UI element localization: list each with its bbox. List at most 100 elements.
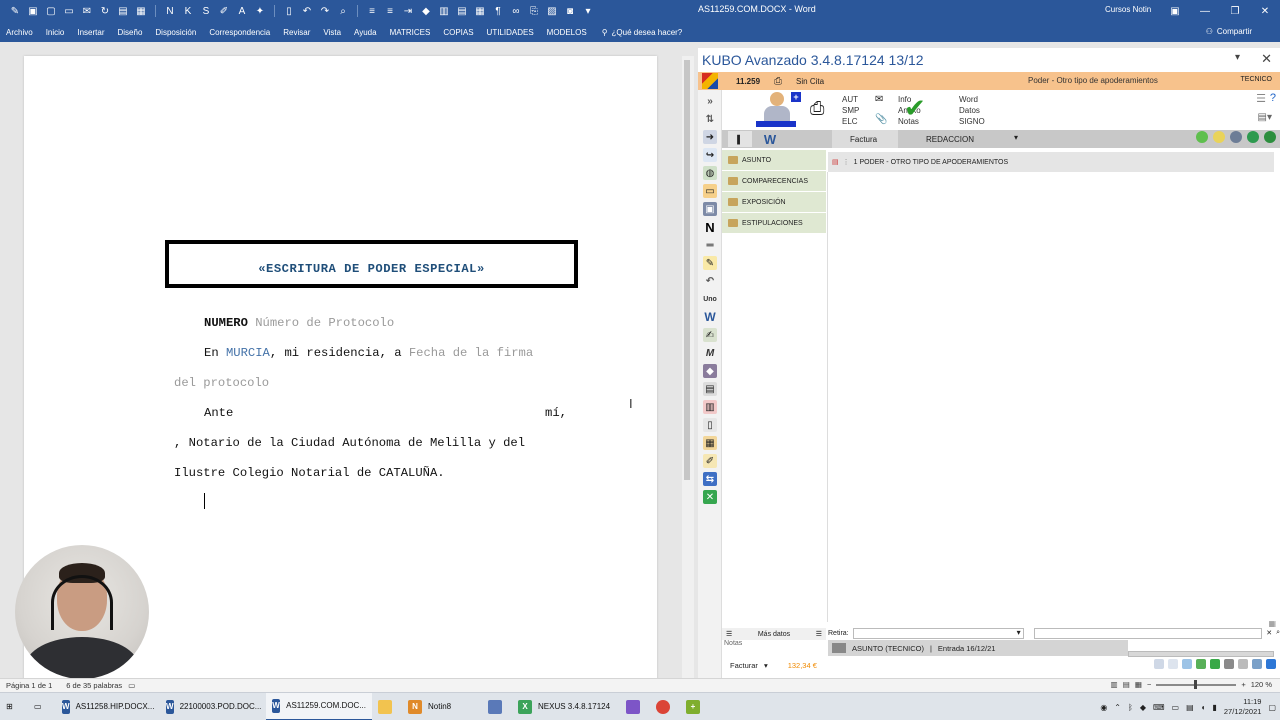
list-icon[interactable]: ☰ <box>1256 92 1266 105</box>
print-icon[interactable]: ▤ <box>116 4 130 18</box>
zoom-out-icon[interactable]: − <box>1147 680 1151 689</box>
share-icon[interactable] <box>1168 659 1178 669</box>
folder-icon[interactable]: ▭ <box>62 4 76 18</box>
document-menu-icon[interactable]: ▤▾ <box>1258 112 1272 123</box>
tab-modelos[interactable]: MODELOS <box>541 28 594 37</box>
section-estipulaciones[interactable]: ESTIPULACIONES <box>722 213 826 233</box>
ribbon-display-icon[interactable]: ▣ <box>1160 0 1190 22</box>
keyboard-icon[interactable]: ⌨ <box>1153 703 1165 712</box>
chevron-down-icon[interactable]: ▾ <box>764 661 768 670</box>
chevron-down-icon[interactable]: ▾ <box>1235 52 1240 63</box>
paperclip-icon[interactable]: 📎 <box>875 114 887 125</box>
mas-datos-bar[interactable]: ☰ Más datos ☰ <box>722 628 826 640</box>
pages-icon[interactable]: ▦ <box>473 4 487 18</box>
save-icon[interactable]: ▣ <box>26 4 40 18</box>
pencil-icon[interactable]: ✎ <box>703 256 717 270</box>
word-icon[interactable]: W <box>703 310 717 324</box>
tab-disposicion[interactable]: Disposición <box>149 28 203 37</box>
format-painter-icon[interactable]: ✦ <box>253 4 267 18</box>
page-indicator[interactable]: Página 1 de 1 <box>6 681 52 690</box>
globe-icon[interactable] <box>1252 659 1262 669</box>
notifications-icon[interactable]: ▢ <box>1268 703 1276 712</box>
facturar-button[interactable]: Facturar <box>730 661 758 670</box>
expand-icon[interactable]: » <box>703 94 717 108</box>
proofing-icon[interactable]: ▭ <box>128 681 135 690</box>
zoom-thumb[interactable] <box>1194 679 1198 689</box>
arrow-icon[interactable]: ➜ <box>703 130 717 144</box>
help-icon[interactable]: ? <box>1270 92 1276 104</box>
file-explorer-icon[interactable] <box>372 693 402 720</box>
tell-me-search[interactable]: ⚲ ¿Qué desea hacer? <box>594 28 683 37</box>
script-m-icon[interactable]: M <box>703 346 717 360</box>
taskbar-item[interactable]: N Notin8 <box>402 693 482 720</box>
pdf-icon[interactable]: ▥ <box>703 400 717 414</box>
link-icon[interactable]: ∞ <box>509 4 523 18</box>
settings-icon[interactable] <box>1238 659 1248 669</box>
navigate-icon[interactable] <box>1247 131 1259 143</box>
lightbulb-icon[interactable] <box>1213 131 1225 143</box>
calendar-icon[interactable] <box>1182 659 1192 669</box>
section-comparecencias[interactable]: COMPARECENCIAS <box>722 171 826 191</box>
printer-icon[interactable]: ⎙ <box>810 98 824 119</box>
tab-ayuda[interactable]: Ayuda <box>348 28 384 37</box>
retira-input[interactable] <box>1033 627 1263 639</box>
task-view-icon[interactable]: ▭ <box>28 693 56 720</box>
word-group[interactable]: Word Datos SIGNO <box>959 94 985 127</box>
sort-icon[interactable]: ⇅ <box>703 112 717 126</box>
search-icon[interactable]: ⌕ <box>1276 629 1280 637</box>
document-icon[interactable]: ▯ <box>703 418 717 432</box>
aut-group[interactable]: AUT SMP ELC <box>842 94 859 127</box>
undo-icon[interactable]: ↶ <box>300 4 314 18</box>
network-icon[interactable]: ▤ <box>1186 703 1194 712</box>
notas-field[interactable]: Notas <box>722 640 826 654</box>
taskbar-item[interactable]: W AS11258.HIP.DOCX... <box>56 693 160 720</box>
section-exposicion[interactable]: EXPOSICIÓN <box>722 192 826 212</box>
add-icon[interactable]: + <box>791 92 801 102</box>
section-asunto[interactable]: ASUNTO <box>722 150 826 170</box>
chat-icon[interactable] <box>1154 659 1164 669</box>
uno-icon[interactable]: Uno <box>703 292 717 306</box>
restore-icon[interactable]: ❐ <box>1220 0 1250 22</box>
scrollbar-thumb[interactable] <box>684 60 690 480</box>
vertical-scrollbar[interactable] <box>682 56 694 678</box>
chevron-down-icon[interactable]: ▾ <box>1014 133 1018 142</box>
word-tab-icon[interactable]: W <box>758 131 782 147</box>
paste-icon[interactable]: ▯ <box>282 4 296 18</box>
microphone-icon[interactable]: ▮ <box>1212 703 1216 712</box>
clear-icon[interactable]: ✕ <box>1266 629 1272 637</box>
volume-icon[interactable] <box>1224 659 1234 669</box>
paragraph-mark-icon[interactable]: ¶ <box>491 4 505 18</box>
disk-icon[interactable]: ▣ <box>703 202 717 216</box>
volume-icon[interactable]: ◖ <box>1201 703 1206 712</box>
columns-icon[interactable]: ▥ <box>437 4 451 18</box>
highlight-icon[interactable]: ✐ <box>217 4 231 18</box>
power-icon[interactable] <box>1264 131 1276 143</box>
sign-icon[interactable]: ✍ <box>703 328 717 342</box>
help-icon[interactable] <box>1266 659 1276 669</box>
new-document-icon[interactable]: ▢ <box>44 4 58 18</box>
font-size-icon[interactable]: A <box>235 4 249 18</box>
eraser-icon[interactable]: ◆ <box>419 4 433 18</box>
layout-icon[interactable]: ▤ <box>455 4 469 18</box>
camera-icon[interactable]: ◙ <box>563 4 577 18</box>
calculator-icon[interactable] <box>482 693 512 720</box>
printer-icon[interactable]: ⎙ <box>774 76 782 87</box>
taskbar-item[interactable]: W 22100003.POD.DOC... <box>160 693 266 720</box>
equals-icon[interactable]: ═ <box>703 238 717 252</box>
minimize-icon[interactable]: — <box>1190 0 1220 22</box>
content-area[interactable]: ▦ <box>827 172 1280 628</box>
find-icon[interactable]: ⌕ <box>336 4 350 18</box>
transfer-icon[interactable]: ⇆ <box>703 472 717 486</box>
close-icon[interactable]: ✕ <box>1250 0 1280 22</box>
redaccion-tab[interactable]: REDACCION <box>898 130 998 148</box>
more-icon[interactable]: ▾ <box>581 4 595 18</box>
add-green-icon[interactable] <box>1196 131 1208 143</box>
underline-icon[interactable]: S <box>199 4 213 18</box>
tab-copias[interactable]: COPIAS <box>437 28 480 37</box>
zoom-slider[interactable] <box>1156 679 1237 689</box>
undo-icon[interactable]: ↶ <box>703 274 717 288</box>
chrome-icon[interactable] <box>650 693 680 720</box>
tab-inicio[interactable]: Inicio <box>40 28 72 37</box>
tab-vista[interactable]: Vista <box>317 28 348 37</box>
settings-icon[interactable] <box>620 693 650 720</box>
